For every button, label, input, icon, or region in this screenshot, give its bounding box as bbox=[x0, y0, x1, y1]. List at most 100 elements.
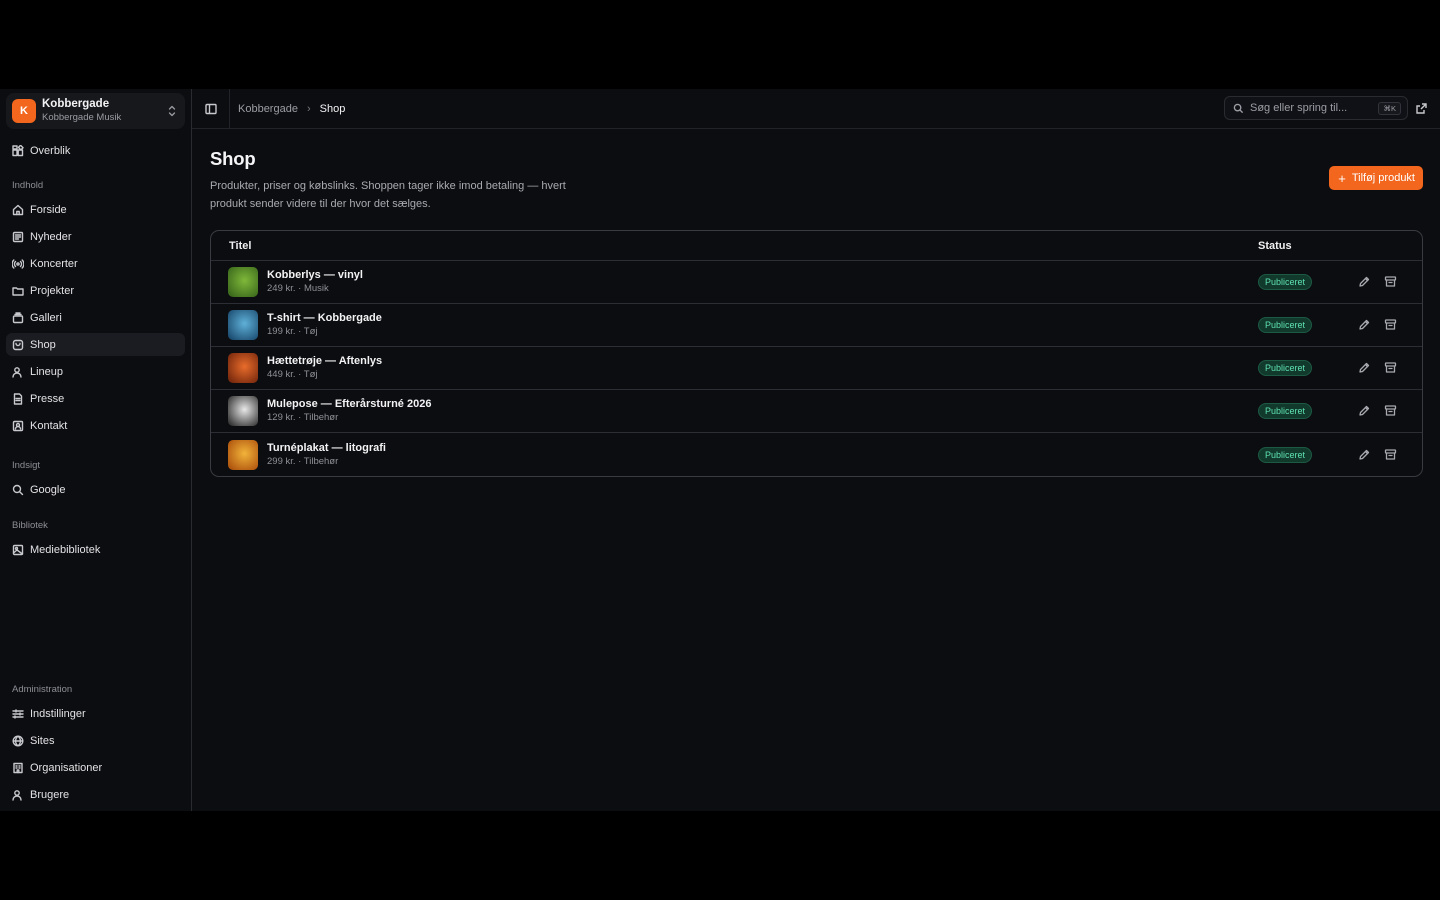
archive-icon bbox=[1384, 448, 1397, 460]
search-input[interactable]: Søg eller spring til... ⌘K bbox=[1224, 96, 1408, 120]
sidebar: K Kobbergade Kobbergade Musik Overblik I… bbox=[0, 89, 192, 811]
pencil-icon bbox=[1359, 362, 1370, 373]
archive-icon bbox=[1384, 362, 1397, 373]
newspaper-icon bbox=[12, 231, 24, 242]
archive-button[interactable] bbox=[1384, 448, 1398, 462]
app-window: K Kobbergade Kobbergade Musik Overblik I… bbox=[0, 88, 1440, 811]
status-badge: Publiceret bbox=[1258, 274, 1313, 290]
archive-button[interactable] bbox=[1384, 404, 1398, 418]
org-subtitle: Kobbergade Musik bbox=[42, 112, 122, 123]
product-title: Hættetrøje — Aftenlys bbox=[267, 355, 383, 367]
table-row[interactable]: T-shirt — Kobbergade 199 kr. · Tøj Publi… bbox=[211, 304, 1422, 347]
plus-icon: + bbox=[1338, 170, 1346, 186]
home-icon bbox=[12, 204, 24, 215]
breadcrumb-current: Shop bbox=[319, 102, 346, 115]
pencil-icon bbox=[1359, 405, 1370, 416]
product-meta: 299 kr. · Tilbehør bbox=[267, 455, 339, 467]
product-thumbnail bbox=[228, 353, 258, 383]
sidebar-item-indstillinger[interactable]: Indstillinger bbox=[6, 702, 185, 725]
archive-button[interactable] bbox=[1384, 361, 1398, 375]
sidebar-item-kontakt[interactable]: Kontakt bbox=[6, 414, 185, 437]
pencil-icon bbox=[1359, 276, 1370, 287]
search-icon bbox=[12, 484, 24, 495]
archive-icon bbox=[1384, 319, 1397, 330]
edit-button[interactable] bbox=[1358, 275, 1372, 289]
status-badge: Publiceret bbox=[1258, 360, 1313, 376]
edit-button[interactable] bbox=[1358, 448, 1372, 462]
product-meta: 249 kr. · Musik bbox=[267, 283, 329, 294]
product-thumbnail bbox=[228, 310, 258, 340]
search-icon bbox=[1233, 103, 1244, 113]
archive-button[interactable] bbox=[1384, 275, 1398, 289]
sidebar-toggle-button[interactable] bbox=[192, 88, 230, 129]
sidebar-section-title: Indhold bbox=[12, 180, 44, 191]
table-row[interactable]: Hættetrøje — Aftenlys 449 kr. · Tøj Publ… bbox=[211, 347, 1422, 390]
column-header-status: Status bbox=[1258, 239, 1292, 252]
org-switcher[interactable]: K Kobbergade Kobbergade Musik bbox=[6, 93, 185, 129]
status-badge: Publiceret bbox=[1258, 317, 1313, 333]
sidebar-item-sites[interactable]: Sites bbox=[6, 729, 185, 752]
sidebar-item-koncerter[interactable]: Koncerter bbox=[6, 252, 185, 275]
broadcast-icon bbox=[12, 258, 24, 269]
sidebar-toggle-icon bbox=[204, 103, 217, 114]
sidebar-section-title: Indsigt bbox=[12, 460, 40, 471]
image-icon bbox=[12, 544, 24, 555]
sidebar-item-organisationer[interactable]: Organisationer bbox=[6, 756, 185, 779]
product-thumbnail bbox=[228, 439, 258, 470]
table-header: Titel Status bbox=[211, 231, 1422, 261]
table-row[interactable]: Turnéplakat — litografi 299 kr. · Tilbeh… bbox=[211, 433, 1422, 476]
edit-button[interactable] bbox=[1358, 361, 1372, 375]
table-row[interactable]: Kobberlys — vinyl 249 kr. · Musik Public… bbox=[211, 261, 1422, 304]
globe-icon bbox=[12, 734, 24, 747]
sidebar-item-lineup[interactable]: Lineup bbox=[6, 360, 185, 383]
add-product-button[interactable]: + Tilføj produkt bbox=[1329, 166, 1423, 190]
sidebar-item-brugere[interactable]: Brugere bbox=[6, 783, 185, 806]
org-avatar: K bbox=[12, 99, 36, 123]
product-title: Mulepose — Efterårsturné 2026 bbox=[267, 398, 432, 410]
sidebar-item-forside[interactable]: Forside bbox=[6, 198, 185, 221]
sliders-icon bbox=[12, 708, 24, 719]
external-link-icon[interactable] bbox=[1415, 102, 1428, 115]
sidebar-item-nyheder[interactable]: Nyheder bbox=[6, 225, 185, 248]
page-title: Shop bbox=[210, 148, 256, 169]
chevron-right-icon: › bbox=[306, 102, 311, 115]
users-icon bbox=[12, 789, 22, 801]
archive-icon bbox=[1384, 405, 1397, 416]
product-meta: 199 kr. · Tøj bbox=[267, 326, 318, 337]
sidebar-item-presse[interactable]: Presse bbox=[6, 387, 185, 410]
edit-button[interactable] bbox=[1358, 318, 1372, 332]
pencil-icon bbox=[1359, 449, 1370, 460]
gallery-icon bbox=[12, 311, 24, 323]
sidebar-item-mediebibliotek[interactable]: Mediebibliotek bbox=[6, 538, 185, 561]
overview-icon bbox=[12, 144, 24, 156]
product-title: Kobberlys — vinyl bbox=[267, 269, 363, 281]
edit-button[interactable] bbox=[1358, 404, 1372, 418]
archive-icon bbox=[1384, 276, 1397, 287]
page-description: Produkter, priser og købslinks. Shoppen … bbox=[210, 180, 566, 210]
search-placeholder: Søg eller spring til... bbox=[1250, 102, 1348, 114]
breadcrumb-root[interactable]: Kobbergade bbox=[238, 103, 298, 115]
sidebar-section-title: Bibliotek bbox=[12, 520, 48, 531]
column-header-title: Titel bbox=[229, 239, 252, 252]
product-meta: 449 kr. · Tøj bbox=[267, 369, 318, 380]
sidebar-item-overblik[interactable]: Overblik bbox=[6, 139, 185, 162]
keyboard-shortcut-badge: ⌘K bbox=[1378, 101, 1401, 115]
sidebar-item-galleri[interactable]: Galleri bbox=[6, 306, 185, 329]
product-title: Turnéplakat — litografi bbox=[267, 441, 386, 454]
sidebar-item-shop[interactable]: Shop bbox=[6, 333, 185, 356]
building-icon bbox=[13, 762, 23, 773]
folder-icon bbox=[12, 286, 24, 296]
breadcrumb: Kobbergade › Shop bbox=[230, 103, 345, 115]
archive-button[interactable] bbox=[1384, 318, 1398, 332]
main-area: Kobbergade › Shop Søg eller spring til..… bbox=[192, 88, 1440, 811]
users-icon bbox=[12, 366, 22, 378]
chevron-up-down-icon bbox=[168, 105, 176, 117]
shop-icon bbox=[12, 339, 24, 350]
product-title: T-shirt — Kobbergade bbox=[267, 312, 382, 324]
table-row[interactable]: Mulepose — Efterårsturné 2026 129 kr. · … bbox=[211, 390, 1422, 433]
sidebar-item-google[interactable]: Google bbox=[6, 478, 185, 501]
sidebar-section-title: Administration bbox=[12, 684, 73, 695]
document-icon bbox=[13, 392, 23, 405]
products-table: Titel Status Kobberlys — vinyl 249 kr. ·… bbox=[210, 230, 1423, 477]
sidebar-item-projekter[interactable]: Projekter bbox=[6, 279, 185, 302]
